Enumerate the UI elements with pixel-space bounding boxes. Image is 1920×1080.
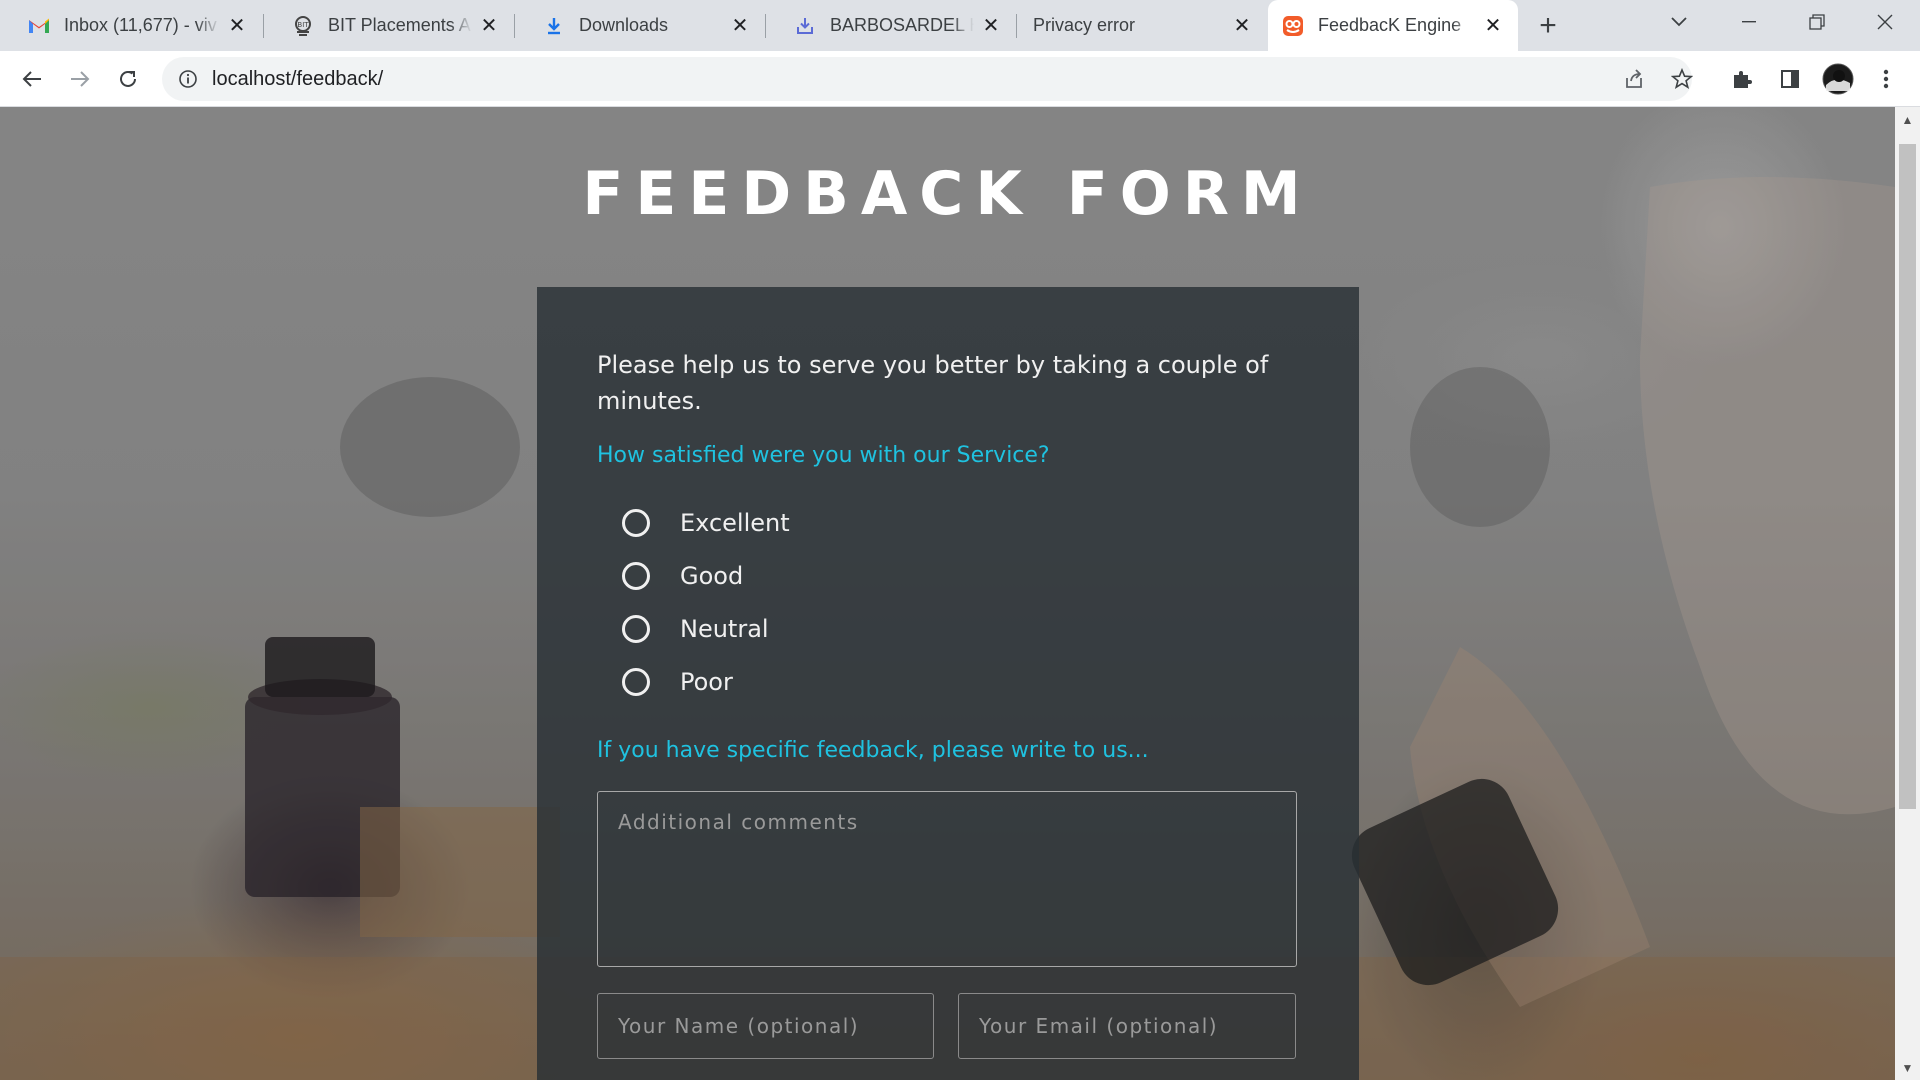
side-panel-icon [1781,70,1799,88]
download-icon [543,15,565,37]
bookmark-button[interactable] [1660,57,1704,101]
close-icon[interactable]: ✕ [980,15,1002,37]
url-text[interactable]: localhost/feedback/ [212,68,383,91]
forward-button[interactable] [60,59,100,99]
tab-downloads[interactable]: Downloads ✕ [515,0,765,51]
option-good[interactable]: Good [622,549,1299,602]
tab-title: BARBOSARDEL Нro [830,15,974,35]
avatar [1822,63,1854,95]
page-title: FEEDBACK FORM [582,159,1313,229]
share-icon [1626,69,1642,88]
feedback-engine-icon [1282,15,1304,37]
profile-button[interactable] [1818,59,1858,99]
reload-button[interactable] [108,59,148,99]
scrollbar-thumb[interactable] [1899,144,1916,809]
tab-search-button[interactable] [1644,0,1714,44]
close-icon [1877,14,1893,30]
page-viewport: FEEDBACK FORM Please help us to serve yo… [0,107,1895,1080]
side-panel-button[interactable] [1770,59,1810,99]
tab-barbosardel[interactable]: BARBOSARDEL Нro ✕ [766,0,1016,51]
tab-title: Downloads [579,15,669,35]
close-icon[interactable]: ✕ [1231,15,1253,37]
tab-bit-placements[interactable]: BIT BIT Placements App ✕ [264,0,514,51]
back-arrow-icon [22,71,41,87]
option-poor[interactable]: Poor [622,655,1299,708]
forward-arrow-icon [71,71,90,87]
contact-row [597,993,1299,1059]
new-tab-button[interactable]: + [1532,9,1564,42]
radio-button[interactable] [622,561,650,590]
close-icon[interactable]: ✕ [478,15,500,37]
tab-title: Inbox (11,677) - viv [64,15,217,35]
tab-gmail[interactable]: Inbox (11,677) - viv ✕ [0,0,262,51]
restore-button[interactable] [1782,0,1852,44]
star-icon [1671,68,1693,89]
share-button[interactable] [1612,57,1656,101]
page-scrollbar[interactable]: ▲ ▼ [1895,107,1920,1080]
radio-button[interactable] [622,614,650,643]
satisfaction-question: How satisfied were you with our Service? [597,443,1050,468]
tab-strip: Inbox (11,677) - viv ✕ BIT BIT Placement… [0,0,1920,51]
option-label: Neutral [680,614,769,643]
svg-text:BIT: BIT [297,21,309,29]
feedback-prompt: If you have specific feedback, please wr… [597,738,1149,763]
download-box-icon [794,15,816,37]
address-bar[interactable]: localhost/feedback/ [162,57,1692,101]
radio-button[interactable] [622,667,650,696]
bit-logo-icon: BIT [292,15,314,37]
radio-button[interactable] [622,508,650,537]
minimize-icon [1742,21,1756,23]
close-icon[interactable]: ✕ [1482,15,1504,37]
back-button[interactable] [12,59,52,99]
menu-button[interactable] [1866,59,1906,99]
gmail-icon [28,15,50,37]
option-excellent[interactable]: Excellent [622,496,1299,549]
intro-text: Please help us to serve you better by ta… [597,351,1269,415]
info-icon[interactable] [168,59,208,99]
tab-title: Privacy error [1033,15,1136,35]
tab-feedback-engine[interactable]: FeedbacK Engine ✕ [1268,0,1518,51]
browser-toolbar: localhost/feedback/ [0,51,1920,107]
reload-icon [120,70,136,87]
name-input[interactable] [597,993,934,1059]
option-neutral[interactable]: Neutral [622,602,1299,655]
feedback-form: Please help us to serve you better by ta… [537,287,1359,1080]
close-window-button[interactable] [1850,0,1920,44]
scroll-down-arrow-icon[interactable]: ▼ [1895,1055,1920,1080]
tab-title: BIT Placements App [328,15,472,35]
email-input[interactable] [958,993,1296,1059]
close-icon[interactable]: ✕ [226,15,248,37]
restore-icon [1809,14,1825,30]
option-label: Good [680,561,744,590]
scroll-up-arrow-icon[interactable]: ▲ [1895,107,1920,132]
tab-title: FeedbacK Engine [1318,15,1462,35]
kebab-menu-icon [1883,69,1889,89]
option-label: Poor [680,667,733,696]
tab-privacy-error[interactable]: Privacy error ✕ [1017,0,1267,51]
option-label: Excellent [680,508,790,537]
close-icon[interactable]: ✕ [729,15,751,37]
extensions-button[interactable] [1722,59,1762,99]
satisfaction-options: Excellent Good Neutral Poor [622,496,1299,708]
chevron-down-icon [1671,17,1687,27]
puzzle-icon [1734,71,1752,88]
minimize-button[interactable] [1714,0,1784,44]
comments-textarea[interactable] [597,791,1297,967]
